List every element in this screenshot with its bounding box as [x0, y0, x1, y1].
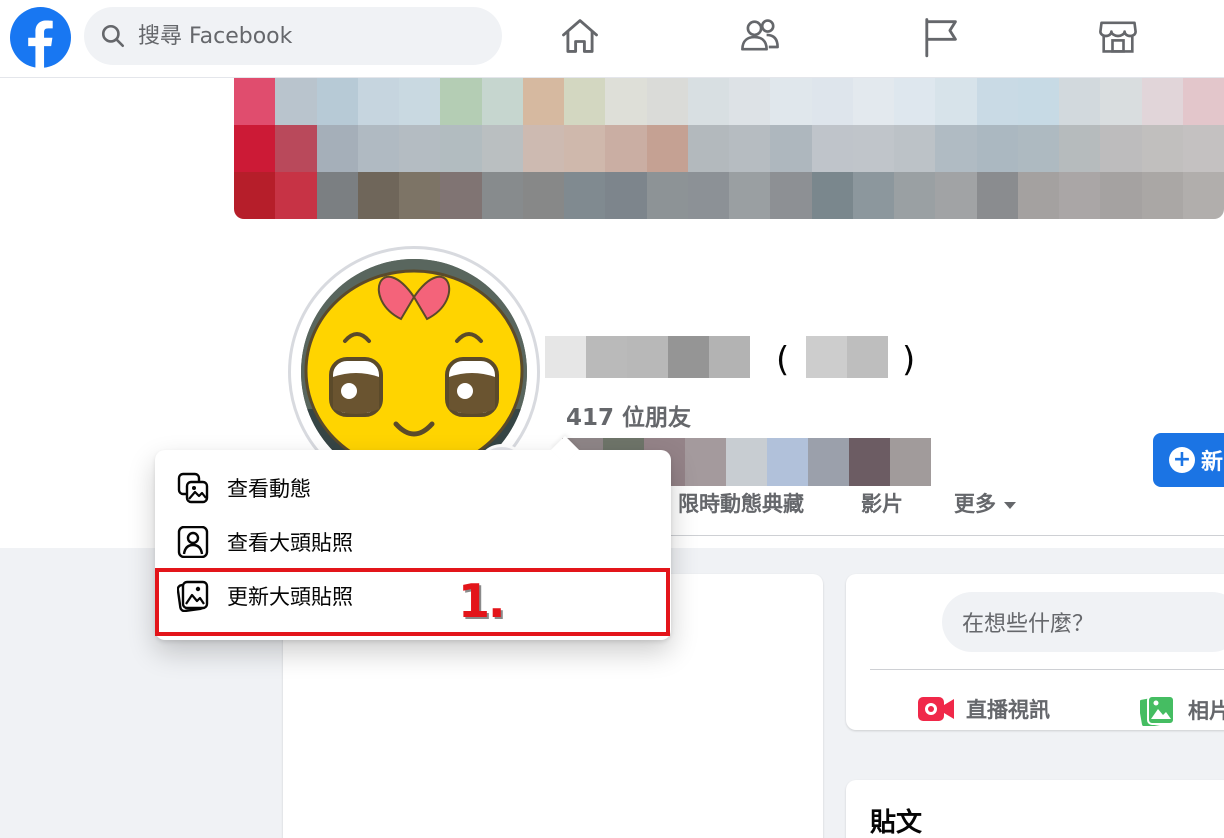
- profile-name-redacted: [545, 336, 750, 378]
- profile-picture-menu: 查看動態 查看大頭貼照 更新大頭貼照: [155, 435, 671, 640]
- facebook-logo-icon[interactable]: [10, 7, 71, 68]
- add-story-label: 新: [1201, 450, 1224, 475]
- name-paren-close: ): [902, 340, 916, 380]
- home-icon[interactable]: [558, 14, 602, 58]
- posts-card: 貼文: [846, 780, 1224, 838]
- caret-down-icon: [1004, 501, 1016, 509]
- live-video-button[interactable]: 直播視訊: [918, 694, 1050, 724]
- profile-picture-icon: [177, 526, 209, 558]
- alt-name-redacted: [806, 336, 888, 378]
- marketplace-icon[interactable]: [1096, 14, 1140, 58]
- composer-input[interactable]: 在想些什麼？: [942, 592, 1224, 652]
- update-photo-icon: [177, 580, 209, 612]
- friends-icon[interactable]: [738, 14, 782, 58]
- tab-more[interactable]: 更多: [954, 488, 1016, 518]
- menu-item-update-profile-picture[interactable]: 更新大頭貼照: [155, 569, 671, 623]
- live-video-icon: [918, 697, 954, 721]
- plus-icon: +: [1169, 447, 1195, 473]
- cover-photo[interactable]: [234, 78, 1224, 219]
- menu-item-label: 查看動態: [227, 477, 311, 501]
- view-story-icon: [177, 472, 209, 504]
- top-navigation-bar: [0, 0, 1224, 78]
- photo-icon: [1140, 695, 1175, 726]
- menu-item-label: 查看大頭貼照: [227, 531, 353, 555]
- menu-item-view-story[interactable]: 查看動態: [155, 461, 671, 515]
- live-video-label: 直播視訊: [966, 698, 1050, 722]
- photo-video-button[interactable]: 相片: [1140, 694, 1224, 726]
- search-icon: [101, 24, 125, 48]
- menu-item-view-profile-picture[interactable]: 查看大頭貼照: [155, 515, 671, 569]
- tab-videos[interactable]: 影片: [861, 488, 903, 518]
- search-box[interactable]: [84, 7, 502, 65]
- tab-stories-archive[interactable]: 限時動態典藏: [678, 488, 804, 518]
- search-input[interactable]: [138, 7, 488, 65]
- friends-count[interactable]: 417 位朋友: [566, 398, 691, 432]
- posts-title: 貼文: [870, 808, 923, 838]
- annotation-step-number: 1.: [458, 574, 506, 628]
- post-composer: 在想些什麼？ 直播視訊 相片: [846, 574, 1224, 730]
- menu-item-label: 更新大頭貼照: [227, 585, 353, 609]
- composer-divider: [870, 669, 1224, 670]
- name-paren-open: (: [776, 340, 790, 380]
- tab-more-label: 更多: [954, 492, 996, 516]
- photo-label: 相片: [1188, 699, 1224, 723]
- pages-flag-icon[interactable]: [918, 14, 962, 58]
- add-story-button[interactable]: + 新: [1153, 433, 1224, 487]
